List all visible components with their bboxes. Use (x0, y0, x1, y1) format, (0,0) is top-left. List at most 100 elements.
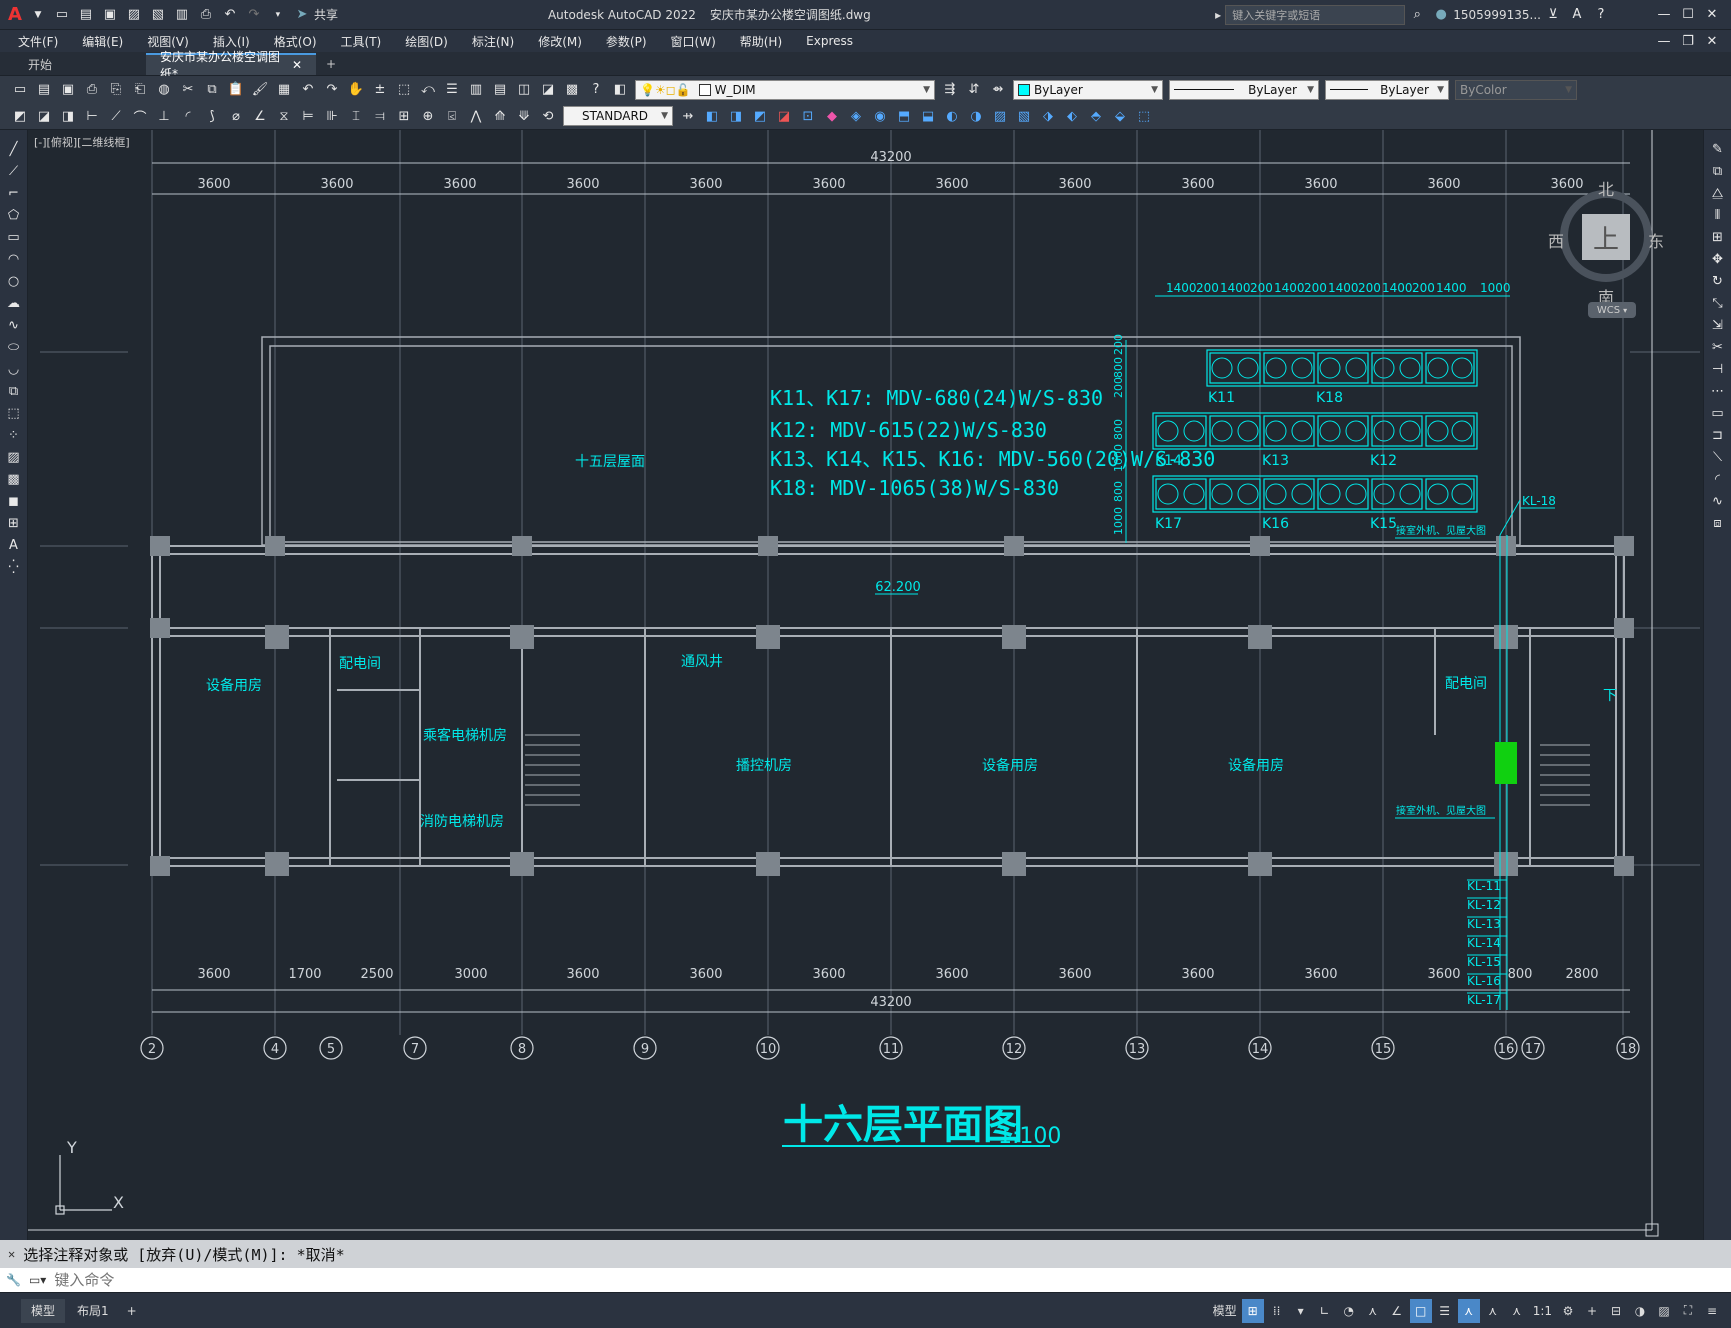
menu-file[interactable]: 文件(F) (6, 33, 70, 50)
customization-icon[interactable]: ≡ (1701, 1299, 1723, 1323)
multiline-text-icon[interactable]: A (3, 535, 25, 555)
move-icon[interactable]: ✥ (1707, 249, 1729, 269)
doc-minimize-icon[interactable]: — (1653, 30, 1675, 52)
color-dropdown[interactable]: ByLayer ▼ (1013, 79, 1163, 100)
tab-start[interactable]: 开始 (14, 53, 144, 75)
tab-close-icon[interactable]: ✕ (292, 58, 302, 72)
tab-drawing[interactable]: 安庆市某办公楼空调图纸* ✕ (146, 50, 316, 81)
save-icon[interactable]: ▣ (99, 4, 121, 26)
break-icon[interactable]: ▭ (1707, 403, 1729, 423)
properties-icon[interactable]: ☰ (441, 79, 463, 101)
plot-preview-icon[interactable]: ⎘ (105, 79, 127, 101)
jogged-dim-icon[interactable]: ⟆ (201, 105, 223, 127)
dim-edit-icon[interactable]: ⟰ (489, 105, 511, 127)
layer-previous-icon[interactable]: ⇵ (963, 79, 985, 101)
array-icon[interactable]: ⊞ (1707, 227, 1729, 247)
command-line[interactable]: 🔧 ▭▾ (0, 1268, 1731, 1292)
undo-icon[interactable]: ↶ (219, 4, 241, 26)
blend-curves-icon[interactable]: ∿ (1707, 491, 1729, 511)
snap-icon[interactable]: ⁞⁞ (1266, 1299, 1288, 1323)
polar-icon[interactable]: ◔ (1338, 1299, 1360, 1323)
line-icon[interactable]: ╱ (3, 139, 25, 159)
arc-icon[interactable]: ◠ (3, 249, 25, 269)
trim-icon[interactable]: ✂ (1707, 337, 1729, 357)
tab-model[interactable]: 模型 (21, 1298, 66, 1323)
menu-parameters[interactable]: 参数(P) (594, 33, 659, 50)
drawing-canvas[interactable]: [-][俯视][二维线框] 43200 43200 3600 3600 3600… (28, 130, 1703, 1240)
viewcube-east[interactable]: 东 (1648, 228, 1664, 252)
modify-16-icon[interactable]: ⬖ (1061, 105, 1083, 127)
plot-icon[interactable]: ⎙ (81, 79, 103, 101)
annotation-monitor-icon[interactable]: + (1581, 1299, 1603, 1323)
help-icon[interactable]: ? (585, 79, 607, 101)
add-selected-icon[interactable]: ⁛ (3, 557, 25, 577)
command-recent-icon[interactable]: ▭▾ (29, 1273, 46, 1287)
rotate-icon[interactable]: ↻ (1707, 271, 1729, 291)
search-input[interactable]: 键入关键字或短语 (1225, 4, 1406, 25)
modify-6-icon[interactable]: ◆ (821, 105, 843, 127)
table-icon[interactable]: ⊞ (3, 513, 25, 533)
linear-dim-icon[interactable]: ⊢ (81, 105, 103, 127)
redo-icon[interactable]: ↷ (321, 79, 343, 101)
isodraft-icon[interactable]: ⋏ (1362, 1299, 1384, 1323)
dim-text-edit-icon[interactable]: ⟱ (513, 105, 535, 127)
arc-length-icon[interactable]: ⌒ (129, 105, 151, 127)
dim-style-icon[interactable]: ⇸ (677, 105, 699, 127)
pan-icon[interactable]: ✋ (345, 79, 367, 101)
app-logo[interactable]: A (0, 4, 26, 25)
viewcube-top[interactable]: 上 (1582, 214, 1630, 260)
new-icon[interactable]: ▭ (9, 79, 31, 101)
join-icon[interactable]: ⊐ (1707, 425, 1729, 445)
modify-19-icon[interactable]: ⬚ (1133, 105, 1155, 127)
match-properties-icon[interactable]: 🖌 (249, 79, 271, 101)
ortho-icon[interactable]: ∟ (1314, 1299, 1336, 1323)
break-at-point-icon[interactable]: ⋯ (1707, 381, 1729, 401)
layer-dropdown[interactable]: 💡☀◻🔓 W_DIM ▼ (635, 79, 935, 100)
grid-icon[interactable]: ⊞ (1241, 1298, 1264, 1323)
save-icon[interactable]: ▣ (57, 79, 79, 101)
quick-properties-icon[interactable]: ◑ (1629, 1299, 1651, 1323)
lineweight-icon[interactable]: ☰ (1434, 1299, 1456, 1323)
modify-17-icon[interactable]: ⬘ (1085, 105, 1107, 127)
isolate-objects-icon[interactable]: ▨ (1653, 1299, 1675, 1323)
publish-icon[interactable]: ⎗ (129, 79, 151, 101)
units-icon[interactable]: ⊟ (1605, 1299, 1627, 1323)
copy-object-icon[interactable]: ⧉ (1707, 161, 1729, 181)
share-button[interactable]: 共享 (314, 6, 338, 23)
autodesk-icon[interactable]: A (1566, 4, 1588, 26)
open-web-icon[interactable]: ▧ (147, 4, 169, 26)
menu-insert[interactable]: 插入(I) (201, 33, 262, 50)
workspace-gear-icon[interactable]: ⚙ (1557, 1299, 1579, 1323)
cut-icon[interactable]: ✂ (177, 79, 199, 101)
ordinate-dim-icon[interactable]: ⊥ (153, 105, 175, 127)
diameter-dim-icon[interactable]: ⌀ (225, 105, 247, 127)
modify-2-icon[interactable]: ◨ (725, 105, 747, 127)
insert-block-icon[interactable]: ⧉ (3, 381, 25, 401)
construction-line-icon[interactable]: ⟋ (3, 161, 25, 181)
modify-12-icon[interactable]: ◑ (965, 105, 987, 127)
app-menu-chevron-icon[interactable]: ▼ (27, 4, 49, 26)
annotation-visibility-icon[interactable]: ⋏ (1457, 1298, 1480, 1323)
spline-icon[interactable]: ∿ (3, 315, 25, 335)
redo-icon[interactable]: ↷ (243, 4, 265, 26)
new-icon[interactable]: ▭ (51, 4, 73, 26)
infer-icon[interactable]: ▾ (1290, 1299, 1312, 1323)
modify-8-icon[interactable]: ◉ (869, 105, 891, 127)
help-icon[interactable]: ? (1590, 4, 1612, 26)
tool-b-icon[interactable]: ◪ (33, 105, 55, 127)
dim-break-icon[interactable]: ⫤ (369, 105, 391, 127)
auto-scale-icon[interactable]: ⋏ (1482, 1299, 1504, 1323)
open-icon[interactable]: ▤ (33, 79, 55, 101)
menu-format[interactable]: 格式(O) (262, 33, 329, 50)
make-block-icon[interactable]: ⬚ (3, 403, 25, 423)
linetype-dropdown[interactable]: ByLayer ▼ (1169, 79, 1319, 100)
ellipse-icon[interactable]: ⬭ (3, 337, 25, 357)
modify-4-icon[interactable]: ◪ (773, 105, 795, 127)
quick-dim-icon[interactable]: ⧖ (273, 105, 295, 127)
layer-states-icon[interactable]: ⇴ (987, 79, 1009, 101)
menu-edit[interactable]: 编辑(E) (70, 33, 135, 50)
scale-icon[interactable]: ⤡ (1707, 293, 1729, 313)
share-icon[interactable]: ➤ (291, 4, 313, 26)
tool-palettes-icon[interactable]: ▤ (489, 79, 511, 101)
menu-view[interactable]: 视图(V) (135, 33, 201, 50)
